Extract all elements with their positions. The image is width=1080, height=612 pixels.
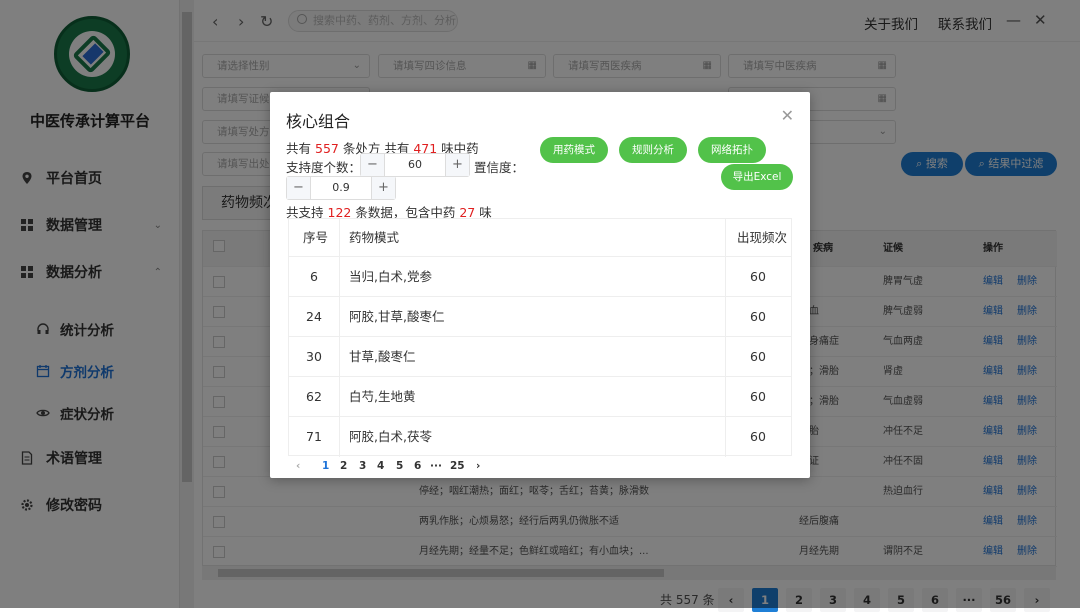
header-index: 序号 [303,230,329,245]
minus-icon[interactable]: − [287,177,311,199]
plus-icon[interactable]: + [371,177,395,199]
minus-icon[interactable]: − [361,154,385,176]
export-excel-button[interactable]: 导出Excel [721,164,793,190]
plus-icon[interactable]: + [445,154,469,176]
pagination-page[interactable]: 6 [414,460,421,472]
pagination-prev-button[interactable]: ‹ [296,460,300,472]
core-combination-dialog: 核心组合 ✕ 共有 557 条处方 共有 471 味中药 支持度个数： − 60… [270,92,810,478]
pagination-page[interactable]: 5 [396,460,403,472]
header-frequency: 出现频次 [737,230,788,245]
pattern-button[interactable]: 用药模式 [540,137,608,163]
support-stepper[interactable]: − 60 + [360,153,470,177]
confidence-stepper[interactable]: − 0.9 + [286,176,396,200]
pagination-page[interactable]: 4 [377,460,384,472]
table-row: 71 阿胶,白术,茯苓 60 [289,417,791,457]
pagination-page[interactable]: 3 [359,460,366,472]
pagination-page[interactable]: 2 [340,460,347,472]
confidence-value[interactable]: 0.9 [311,177,371,199]
pagination-page[interactable]: 1 [322,460,329,472]
rule-analysis-button[interactable]: 规则分析 [619,137,687,163]
core-combination-table: 序号 药物模式 出现频次 6 当归,白术,党参 60 24 阿胶,甘草,酸枣仁 … [288,218,792,457]
confidence-label: 置信度： [474,160,525,175]
header-pattern: 药物模式 [349,230,400,245]
dialog-title: 核心组合 [286,112,351,131]
table-row: 30 甘草,酸枣仁 60 [289,337,791,377]
support-label: 支持度个数： [286,160,362,175]
pagination-ellipsis[interactable]: ··· [430,460,442,472]
table-row: 24 阿胶,甘草,酸枣仁 60 [289,297,791,337]
close-icon[interactable]: ✕ [781,106,794,125]
prescription-count: 557 [315,141,339,156]
table-row: 62 白芍,生地黄 60 [289,377,791,417]
support-value[interactable]: 60 [385,154,445,176]
pagination-next-button[interactable]: › [476,460,480,472]
pagination-page[interactable]: 25 [450,460,465,472]
table-header: 序号 药物模式 出现频次 [289,219,791,257]
table-row: 6 当归,白术,党参 60 [289,257,791,297]
network-topology-button[interactable]: 网络拓扑 [698,137,766,163]
